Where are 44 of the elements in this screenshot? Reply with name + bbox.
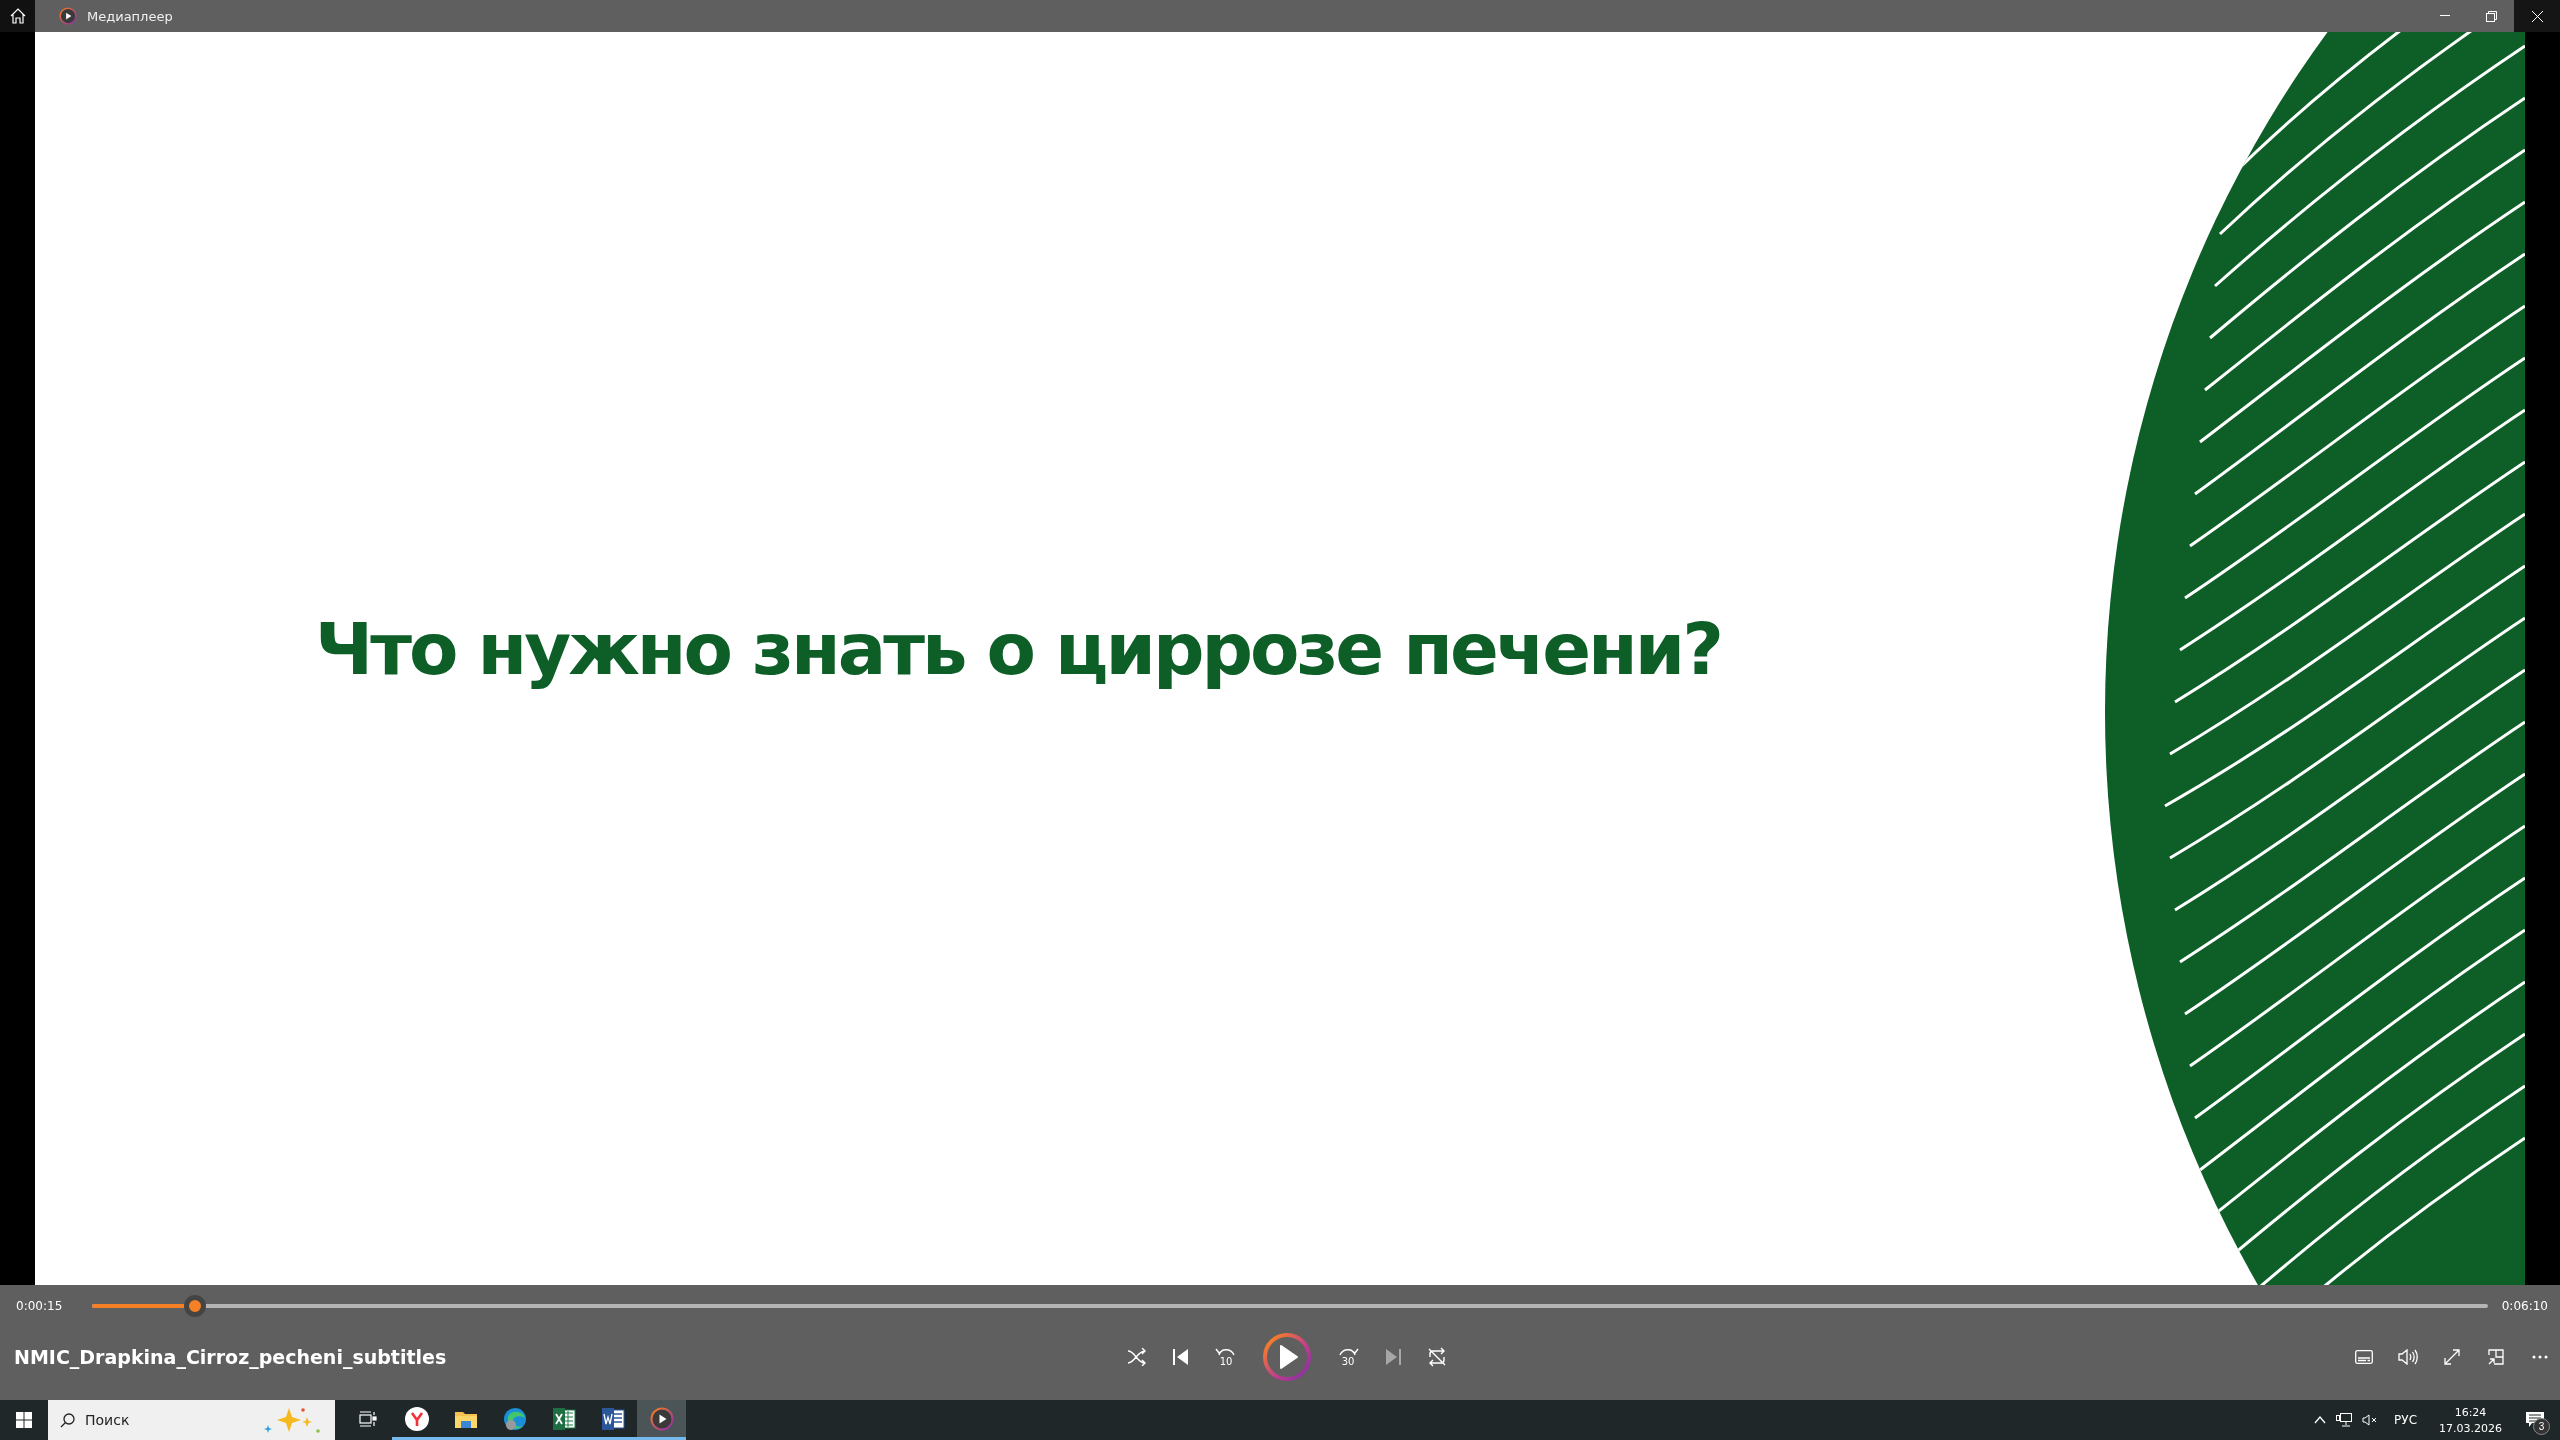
forward-button[interactable]: 30 (1332, 1339, 1364, 1374)
more-icon (2532, 1354, 2548, 1359)
play-button[interactable] (1262, 1331, 1312, 1382)
minimize-icon (2440, 15, 2450, 17)
spreadsheet-icon (551, 1407, 576, 1430)
network-icon[interactable] (2336, 1413, 2353, 1427)
seek-thumb[interactable] (184, 1295, 206, 1317)
language-indicator[interactable]: РУС (2388, 1413, 2423, 1427)
shuffle-icon (1127, 1347, 1147, 1366)
play-logo-icon (59, 7, 77, 25)
total-time: 0:06:10 (2501, 1299, 2548, 1313)
clock[interactable]: 16:24 17.03.2026 (2433, 1405, 2508, 1435)
home-icon (9, 8, 26, 24)
browser-y-icon (404, 1406, 429, 1431)
subtitles-icon (2355, 1349, 2373, 1364)
mini-player-icon (2488, 1348, 2504, 1365)
notifications-button[interactable]: 3 (2518, 1400, 2552, 1440)
rewind-arrow-icon (1215, 1346, 1237, 1356)
close-icon (2531, 10, 2543, 22)
task-view-icon (358, 1410, 377, 1427)
volume-icon (2398, 1348, 2418, 1365)
browser-wave-icon (502, 1406, 527, 1431)
next-icon (1385, 1347, 1401, 1366)
chevron-up-icon[interactable] (2314, 1416, 2327, 1424)
search-field[interactable]: Поиск (48, 1400, 335, 1440)
search-icon (60, 1412, 75, 1428)
fullscreen-icon (2444, 1348, 2460, 1365)
window-title: Медиаплеер (87, 8, 173, 24)
play-logo-icon (649, 1406, 674, 1431)
play-icon (1262, 1331, 1312, 1382)
previous-icon (1173, 1347, 1189, 1366)
home-button[interactable] (0, 0, 35, 32)
windows-logo-icon (16, 1412, 32, 1428)
rewind-button[interactable]: 10 (1210, 1339, 1242, 1374)
document-icon (600, 1407, 625, 1430)
slide-title: Что нужно знать о циррозе печени? (315, 606, 1721, 691)
seek-bar[interactable] (92, 1295, 2488, 1317)
repeat-off-icon (1427, 1346, 1447, 1367)
restore-icon (2485, 10, 2497, 22)
speaker-muted-icon[interactable] (2362, 1414, 2379, 1426)
notification-count: 3 (2533, 1418, 2550, 1435)
forward-arrow-icon (1337, 1346, 1359, 1356)
elapsed-time: 0:00:15 (16, 1299, 64, 1313)
media-title: NMIC_Drapkina_Cirroz_pecheni_subtitles (14, 1345, 448, 1368)
